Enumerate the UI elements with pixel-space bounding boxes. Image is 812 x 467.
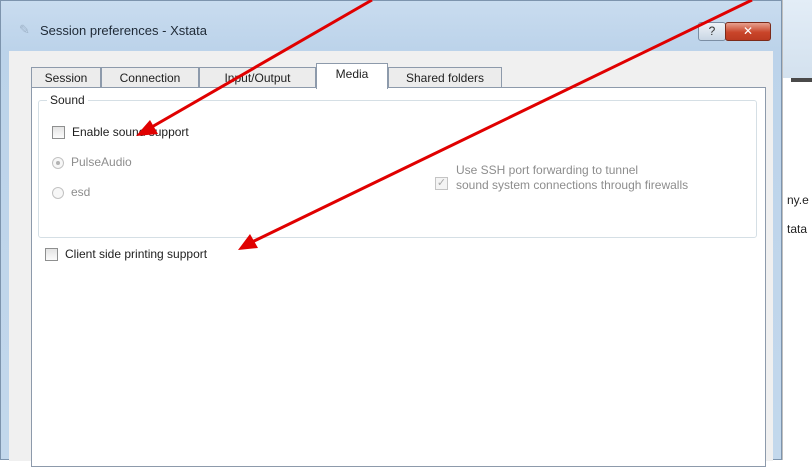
client-printing-label[interactable]: Client side printing support: [65, 247, 207, 261]
title-bar[interactable]: ✎ Session preferences - Xstata ? ✕: [1, 1, 781, 41]
background-window-divider: [791, 78, 812, 82]
sound-group-label: Sound: [47, 93, 88, 107]
background-window: ny.e tata: [782, 0, 812, 460]
client-printing-checkbox[interactable]: [45, 248, 58, 261]
sound-groupbox: Sound Enable sound support PulseAudio es…: [38, 93, 757, 238]
media-tab-panel: Sound Enable sound support PulseAudio es…: [31, 87, 766, 467]
dialog-client-area: Session Connection Input/Output Media Sh…: [9, 51, 773, 467]
help-button[interactable]: ?: [698, 22, 726, 41]
background-text-fragment: ny.e: [787, 193, 809, 207]
tab-connection[interactable]: Connection: [101, 67, 199, 88]
pencil-icon: ✎: [19, 22, 30, 37]
session-preferences-dialog: ✎ Session preferences - Xstata ? ✕ Sessi…: [0, 0, 782, 467]
tab-shared-folders[interactable]: Shared folders: [388, 67, 502, 88]
esd-radio[interactable]: [52, 187, 64, 199]
tab-session[interactable]: Session: [31, 67, 101, 88]
esd-label[interactable]: esd: [71, 185, 90, 199]
background-text-fragment: tata: [787, 222, 808, 236]
tab-input-output[interactable]: Input/Output: [199, 67, 316, 88]
ssh-forwarding-checkbox[interactable]: ✓: [435, 177, 448, 190]
pulseaudio-radio[interactable]: [52, 157, 64, 169]
ssh-forwarding-label-line2[interactable]: sound system connections through firewal…: [456, 178, 688, 192]
enable-sound-label[interactable]: Enable sound support: [72, 125, 189, 139]
tab-media[interactable]: Media: [316, 63, 388, 89]
window-title: Session preferences - Xstata: [40, 23, 207, 38]
enable-sound-checkbox[interactable]: [52, 126, 65, 139]
pulseaudio-label[interactable]: PulseAudio: [71, 155, 132, 169]
close-button[interactable]: ✕: [725, 22, 771, 41]
background-window-header: [783, 0, 812, 78]
ssh-forwarding-label-line1[interactable]: Use SSH port forwarding to tunnel: [456, 163, 638, 177]
